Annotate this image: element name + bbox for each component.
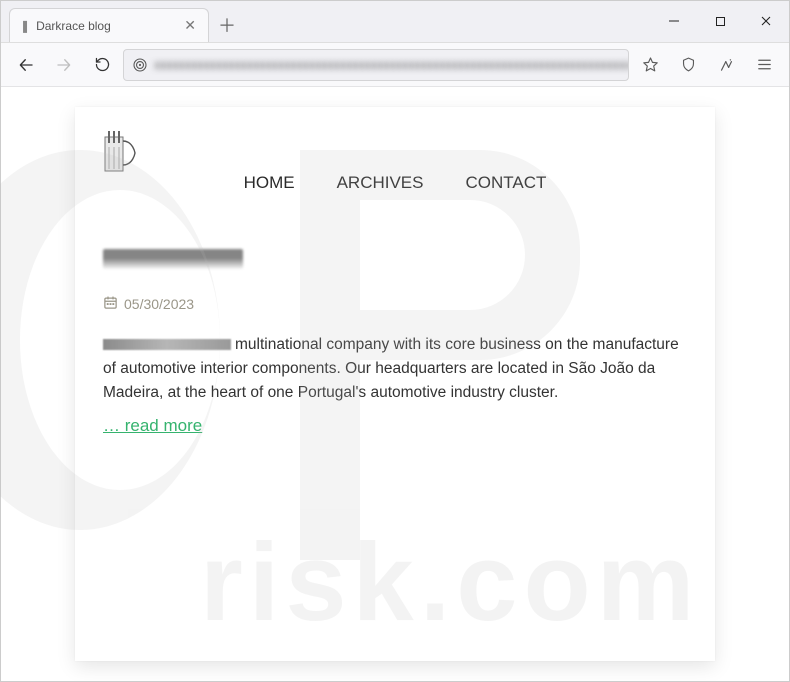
window-controls bbox=[651, 0, 789, 42]
page-viewport: HOME ARCHIVES CONTACT 05/30/2023 multina… bbox=[1, 87, 789, 681]
window-close-button[interactable] bbox=[743, 0, 789, 42]
extensions-button[interactable] bbox=[709, 49, 743, 81]
post-body-redacted-fragment bbox=[103, 339, 231, 350]
post-meta: 05/30/2023 bbox=[103, 295, 687, 313]
nav-contact[interactable]: CONTACT bbox=[466, 173, 547, 193]
titlebar: ❚ Darkrace blog ✕ ＋ bbox=[1, 1, 789, 43]
url-hidden-part: xxxxxxxxxxxxxxxxxxxxxxxxxxxxxxxxxxxxxxxx… bbox=[154, 57, 629, 72]
post-title-redacted bbox=[103, 249, 243, 269]
shield-button[interactable] bbox=[671, 49, 705, 81]
post-body: multinational company with its core busi… bbox=[103, 333, 687, 439]
app-menu-button[interactable] bbox=[747, 49, 781, 81]
window-minimize-button[interactable] bbox=[651, 0, 697, 42]
address-bar[interactable]: xxxxxxxxxxxxxxxxxxxxxxxxxxxxxxxxxxxxxxxx… bbox=[123, 49, 629, 81]
nav-home[interactable]: HOME bbox=[244, 173, 295, 193]
new-tab-button[interactable]: ＋ bbox=[213, 11, 241, 39]
nav-toolbar: xxxxxxxxxxxxxxxxxxxxxxxxxxxxxxxxxxxxxxxx… bbox=[1, 43, 789, 87]
tab-close-button[interactable]: ✕ bbox=[182, 17, 198, 34]
active-tab[interactable]: ❚ Darkrace blog ✕ bbox=[9, 8, 209, 42]
post-date: 05/30/2023 bbox=[124, 296, 194, 312]
reload-button[interactable] bbox=[85, 49, 119, 81]
content-card: HOME ARCHIVES CONTACT 05/30/2023 multina… bbox=[75, 107, 715, 661]
site-logo-icon bbox=[103, 131, 137, 175]
onion-site-icon bbox=[132, 57, 148, 73]
tab-title: Darkrace blog bbox=[36, 19, 182, 33]
read-more-link[interactable]: … read more bbox=[103, 416, 202, 435]
window-maximize-button[interactable] bbox=[697, 0, 743, 42]
favicon-icon: ❚ bbox=[20, 19, 30, 33]
nav-archives[interactable]: ARCHIVES bbox=[337, 173, 424, 193]
back-button[interactable] bbox=[9, 49, 43, 81]
browser-window: ❚ Darkrace blog ✕ ＋ bbox=[0, 0, 790, 682]
bookmark-button[interactable] bbox=[633, 49, 667, 81]
calendar-icon bbox=[103, 295, 118, 313]
site-nav: HOME ARCHIVES CONTACT bbox=[103, 173, 687, 193]
forward-button[interactable] bbox=[47, 49, 81, 81]
